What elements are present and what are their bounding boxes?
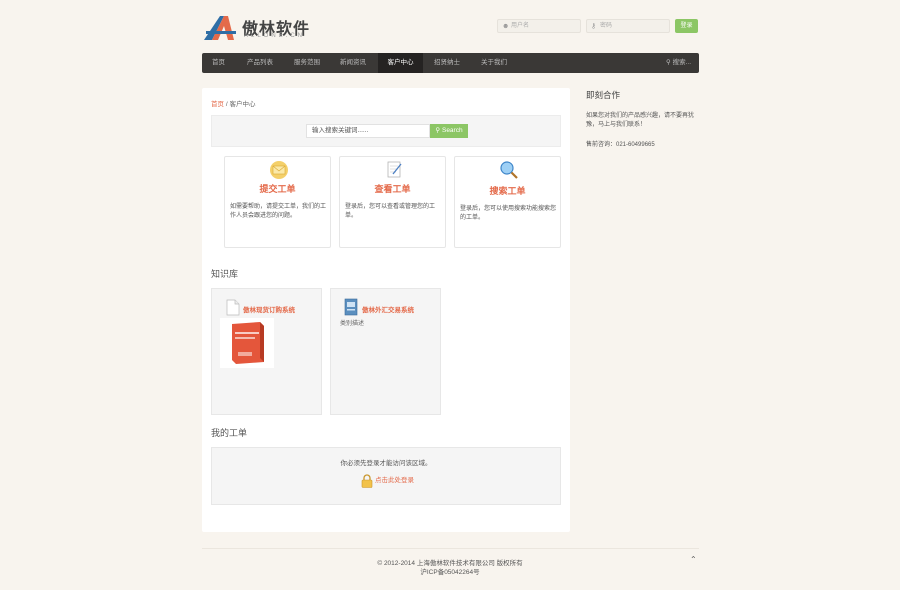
lock-icon [361, 474, 373, 488]
kb-item-forex-trading[interactable]: 傲林外汇交易系统 类别描述 [330, 288, 441, 415]
footer-divider [202, 548, 699, 549]
magnifier-icon [500, 161, 518, 179]
login-required-message: 你必须先登录才能访问该区域。 [340, 460, 432, 467]
kb-item-spot-ordering[interactable]: 傲林现货订购系统 [211, 288, 322, 415]
card-desc: 如需要帮助，请提交工单，我们的工作人员会跟进您的问题。 [230, 204, 327, 219]
nav-item-services[interactable]: 服务范围 [285, 53, 329, 73]
kb-item-title[interactable]: 傲林外汇交易系统 [362, 304, 414, 314]
card-search-ticket[interactable]: 搜索工单 登录后，您可以使用搜索功能搜索您的工单。 [454, 156, 561, 248]
card-title[interactable]: 查看工单 [340, 182, 445, 195]
nav-item-products[interactable]: 产品列表 [238, 53, 282, 73]
search-icon: ⚲ [666, 59, 671, 66]
user-icon: ☻ [502, 23, 510, 30]
nav-search-label: 搜索... [672, 59, 691, 66]
card-desc: 登录后，您可以查看或管理您的工单。 [345, 204, 436, 219]
main-nav: 首页 产品列表 服务范围 新闻资讯 客户中心 招贤纳士 关于我们 ⚲ 搜索... [202, 53, 699, 73]
product-box-image [220, 318, 274, 368]
sidebar-title: 即刻合作 [586, 90, 621, 100]
document-edit-icon [387, 161, 402, 178]
kb-item-title[interactable]: 傲林现货订购系统 [243, 304, 295, 314]
password-input[interactable]: ⚷ 密码 [586, 19, 670, 33]
card-title[interactable]: 搜索工单 [455, 184, 560, 197]
ticket-search-button[interactable]: ⚲ Search [430, 124, 468, 138]
nav-search[interactable]: ⚲ 搜索... [666, 53, 691, 73]
ticket-search-bar: 输入搜索关键词...... ⚲ Search [211, 115, 561, 147]
logo-subtitle: ALLONE.CN [244, 33, 306, 39]
knowledge-base-heading: 知识库 [211, 269, 239, 279]
kb-item-desc: 类别描述 [340, 321, 365, 327]
my-tickets-box: 你必须先登录才能访问该区域。 点击此处登录 [211, 447, 561, 505]
card-title[interactable]: 提交工单 [225, 182, 330, 195]
breadcrumb-current: 客户中心 [229, 101, 256, 108]
nav-item-jobs[interactable]: 招贤纳士 [425, 53, 469, 73]
breadcrumb-home-link[interactable]: 首页 [211, 101, 224, 108]
main-content: 首页 / 客户中心 输入搜索关键词...... ⚲ Search 提交工单 如需… [202, 88, 570, 532]
card-submit-ticket[interactable]: 提交工单 如需要帮助，请提交工单，我们的工作人员会跟进您的问题。 [224, 156, 331, 248]
nav-item-news[interactable]: 新闻资讯 [331, 53, 375, 73]
back-to-top-icon[interactable]: ⌃ [690, 555, 697, 564]
sidebar-phone: 售前咨询：021-60499665 [586, 142, 655, 148]
my-tickets-heading: 我的工单 [211, 428, 248, 438]
envelope-icon [270, 161, 288, 179]
nav-item-about[interactable]: 关于我们 [472, 53, 516, 73]
nav-item-home[interactable]: 首页 [202, 53, 235, 73]
logo[interactable]: 傲林软件 ALLONE.CN [204, 12, 314, 42]
footer-icp[interactable]: 沪ICP备05042264号 [0, 566, 900, 576]
login-link[interactable]: 点击此处登录 [375, 476, 414, 486]
document-icon [226, 299, 240, 316]
nav-item-customer-center[interactable]: 客户中心 [378, 53, 423, 73]
book-icon [344, 298, 358, 316]
login-button[interactable]: 登录 [675, 19, 698, 33]
breadcrumb-separator: / [225, 101, 228, 108]
sidebar-text: 如果您对我们的产品感兴趣，请不要再犹豫，马上与我们联系！ [586, 113, 695, 128]
username-placeholder: 用户名 [511, 23, 530, 29]
logo-mark-icon [204, 16, 236, 40]
card-desc: 登录后，您可以使用搜索功能搜索您的工单。 [460, 206, 557, 221]
password-placeholder: 密码 [600, 23, 613, 29]
search-button-label: Search [441, 127, 463, 134]
key-icon: ⚷ [591, 23, 597, 30]
breadcrumb: 首页 / 客户中心 [211, 98, 255, 108]
username-input[interactable]: ☻ 用户名 [497, 19, 581, 33]
card-view-ticket[interactable]: 查看工单 登录后，您可以查看或管理您的工单。 [339, 156, 446, 248]
ticket-search-input[interactable]: 输入搜索关键词...... [306, 124, 430, 138]
search-icon: ⚲ [435, 127, 441, 134]
